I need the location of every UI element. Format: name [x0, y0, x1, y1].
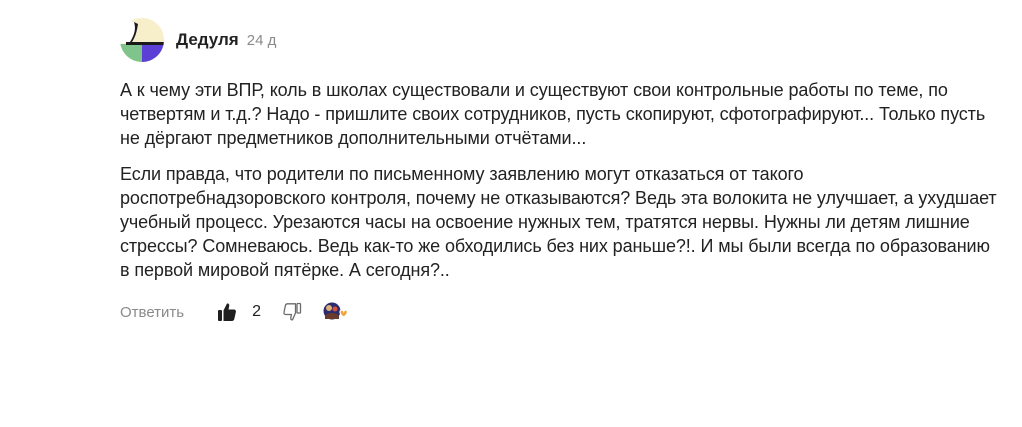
avatar[interactable] — [120, 18, 164, 62]
comment-header: Дедуля 24 д — [120, 18, 1000, 62]
reactions-icon — [323, 302, 349, 320]
comment-paragraph: А к чему эти ВПР, коль в школах существо… — [120, 80, 986, 148]
comment-paragraph: Если правда, что родители по письменному… — [120, 164, 997, 280]
avatar-image — [120, 18, 164, 62]
dislike-button[interactable] — [281, 301, 303, 323]
thumbs-down-icon — [283, 302, 302, 321]
like-count: 2 — [252, 303, 262, 320]
comment-actions: Ответить 2 — [120, 300, 1000, 324]
comment-timestamp: 24 д — [246, 31, 277, 49]
comment: Дедуля 24 д А к чему эти ВПР, коль в шко… — [120, 18, 1000, 324]
like-button[interactable] — [216, 301, 238, 323]
thumbs-up-icon — [218, 303, 237, 321]
reply-button[interactable]: Ответить — [120, 304, 184, 321]
author-name[interactable]: Дедуля — [176, 30, 239, 50]
reactions-button[interactable] — [321, 300, 349, 324]
